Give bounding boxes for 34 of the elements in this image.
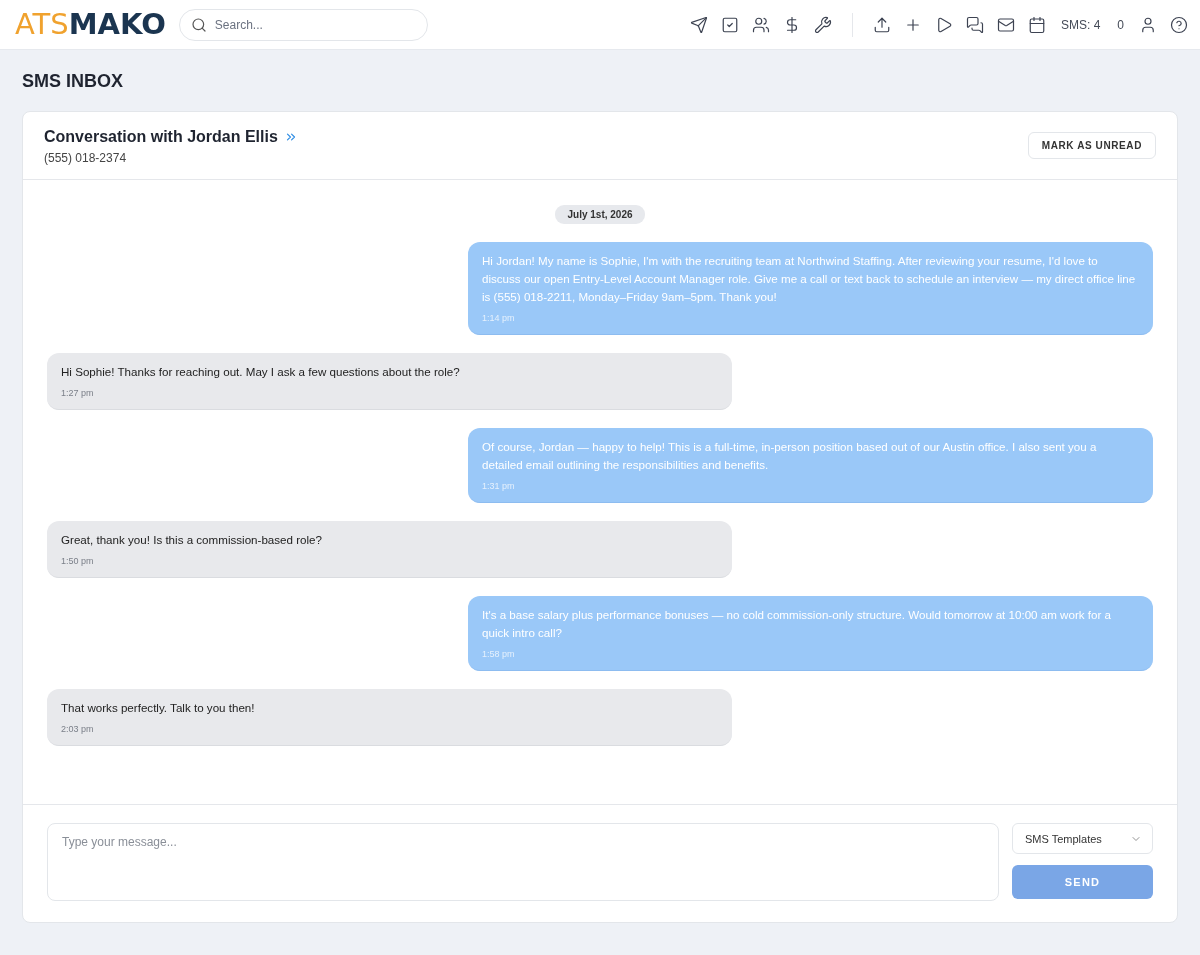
- calendar-icon[interactable]: [1027, 15, 1046, 34]
- logo: ATSMAKO: [15, 10, 166, 39]
- message-text: Great, thank you! Is this a commission-based role?: [61, 532, 323, 548]
- page-title: SMS INBOX: [22, 71, 123, 92]
- counter: 0: [1117, 17, 1124, 32]
- message-text: That works perfectly. Talk to you then!: [61, 700, 256, 716]
- conversation-title: Conversation with Jordan Ellis: [44, 128, 278, 146]
- message-text: Hi Sophie! Thanks for reaching out. May I ask a few questions about the role?: [61, 364, 461, 380]
- phone-number: (555) 018-2374: [44, 151, 127, 165]
- message-text: It's a base salary plus performance bonuses — no cold commission-only structure. Would tomorrow at 10:00 am work for a quick intro call?: [482, 607, 1112, 641]
- message-time: 1:14 pm: [482, 312, 516, 325]
- message-text: Hi Jordan! My name is Sophie, I'm with the recruiting team at Northwind Staffing. After reviewing your resume, I'd love to discuss our open Entry-Level Account Manager role. Give me a call or text back to schedule an interview — my direct office line is (555) 018-2211, Monday–Friday 9am–5pm. Thank you!: [482, 253, 1137, 305]
- send-icon[interactable]: [689, 15, 708, 34]
- mail-icon[interactable]: [996, 15, 1015, 34]
- message-time: 2:03 pm: [61, 723, 95, 736]
- users-icon[interactable]: [751, 15, 770, 34]
- sms-templates-dropdown[interactable]: SMS Templates: [1012, 823, 1153, 854]
- message-time: 1:31 pm: [482, 480, 516, 493]
- search-field[interactable]: Search...: [178, 8, 428, 41]
- search-icon: [190, 16, 207, 33]
- sms-count: SMS: 4: [1060, 17, 1101, 32]
- mark-as-unread-button[interactable]: MARK AS UNREAD: [1027, 132, 1156, 159]
- chat-bubbles-icon[interactable]: [965, 15, 984, 34]
- message-time: 1:27 pm: [61, 387, 95, 400]
- message-text: Of course, Jordan — happy to help! This is a full-time, in-person position based out of our Austin office. I also sent you a detailed email outlining the responsibilities and benefits.: [482, 439, 1098, 473]
- upload-icon[interactable]: [872, 15, 891, 34]
- message-time: 1:50 pm: [61, 555, 95, 568]
- help-icon[interactable]: [1170, 15, 1188, 34]
- message-time: 1:58 pm: [482, 648, 516, 661]
- wrench-icon[interactable]: [813, 15, 832, 34]
- user-icon[interactable]: [1139, 15, 1157, 34]
- message-input[interactable]: Type your message...: [47, 823, 999, 901]
- checkbox-icon[interactable]: [720, 15, 739, 34]
- date-label: July 1st, 2026: [555, 205, 645, 224]
